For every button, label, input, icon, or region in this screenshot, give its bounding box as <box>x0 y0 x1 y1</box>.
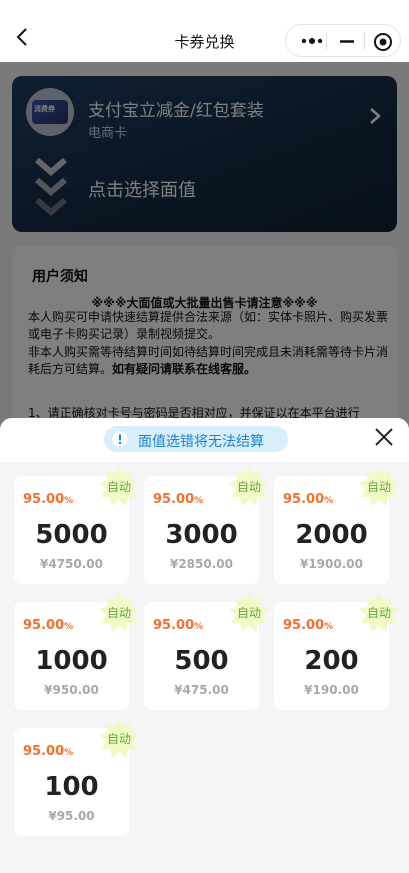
mini-program-capsule <box>285 24 401 57</box>
denomination-tile[interactable]: 95.00% 200 ¥190.00 自动 <box>274 592 399 710</box>
rate-label: 95.00% <box>23 492 74 507</box>
auto-badge: 自动 <box>99 592 139 632</box>
rate-label: 95.00% <box>23 618 74 633</box>
rate-label: 95.00% <box>153 492 204 507</box>
payout-price: ¥95.00 <box>48 809 95 823</box>
rate-label: 95.00% <box>153 618 204 633</box>
warning-tip: 面值选错将无法结算 <box>104 426 288 452</box>
face-value: 3000 <box>165 520 238 550</box>
auto-badge: 自动 <box>359 592 399 632</box>
denomination-tile[interactable]: 95.00% 1000 ¥950.00 自动 <box>14 592 139 710</box>
target-close-icon[interactable] <box>372 31 394 53</box>
auto-badge: 自动 <box>99 718 139 758</box>
rate-label: 95.00% <box>283 492 334 507</box>
payout-price: ¥2850.00 <box>169 557 233 571</box>
face-value: 200 <box>304 646 359 676</box>
auto-badge: 自动 <box>359 466 399 506</box>
minimize-icon[interactable] <box>336 33 358 50</box>
payout-price: ¥190.00 <box>304 683 359 697</box>
capsule-divider <box>364 33 365 50</box>
tip-text: 面值选错将无法结算 <box>138 434 264 450</box>
auto-badge: 自动 <box>229 592 269 632</box>
more-dots-icon[interactable] <box>300 34 324 48</box>
face-value: 100 <box>44 772 99 802</box>
payout-price: ¥475.00 <box>174 683 229 697</box>
auto-badge: 自动 <box>99 466 139 506</box>
nav-bar: 卡券兑换 <box>0 0 409 62</box>
denomination-tile[interactable]: 95.00% 3000 ¥2850.00 自动 <box>144 466 269 584</box>
face-value: 2000 <box>295 520 368 550</box>
denomination-tile[interactable]: 95.00% 500 ¥475.00 自动 <box>144 592 269 710</box>
denomination-tile[interactable]: 95.00% 100 ¥95.00 自动 <box>14 718 139 836</box>
denomination-sheet: 面值选错将无法结算 95.00% 5000 ¥4750.00 自动 95.00%… <box>0 418 409 873</box>
info-icon <box>112 431 128 447</box>
close-icon[interactable] <box>373 426 395 448</box>
denomination-tile[interactable]: 95.00% 2000 ¥1900.00 自动 <box>274 466 399 584</box>
face-value: 1000 <box>35 646 108 676</box>
payout-price: ¥4750.00 <box>39 557 103 571</box>
sheet-header: 面值选错将无法结算 <box>0 418 409 462</box>
payout-price: ¥950.00 <box>44 683 99 697</box>
rate-label: 95.00% <box>23 744 74 759</box>
payout-price: ¥1900.00 <box>299 557 363 571</box>
face-value: 500 <box>174 646 229 676</box>
rate-label: 95.00% <box>283 618 334 633</box>
denomination-tile[interactable]: 95.00% 5000 ¥4750.00 自动 <box>14 466 139 584</box>
capsule-divider <box>326 33 327 50</box>
face-value: 5000 <box>35 520 108 550</box>
auto-badge: 自动 <box>229 466 269 506</box>
